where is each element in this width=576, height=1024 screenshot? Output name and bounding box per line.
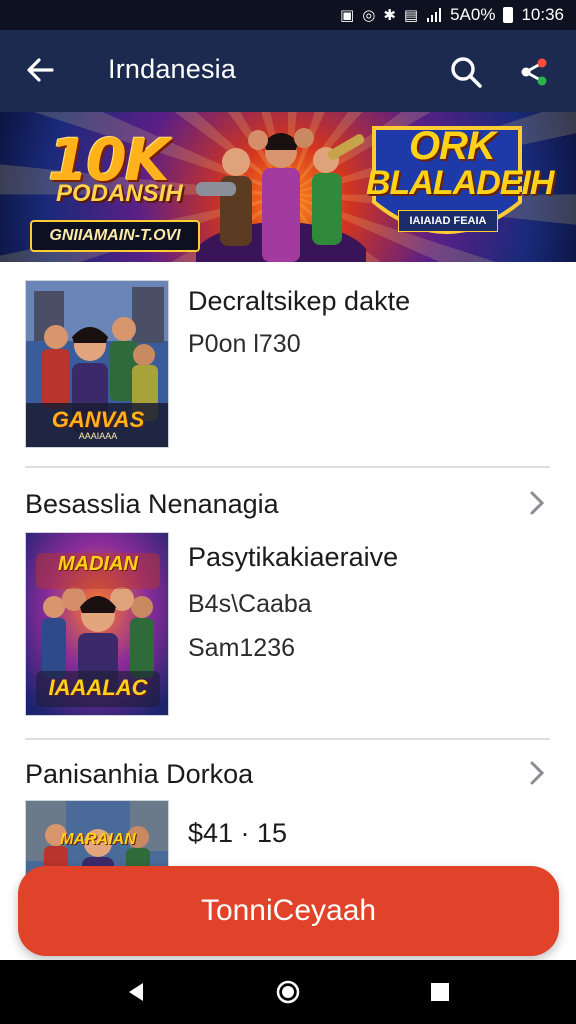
nav-recents-button[interactable]	[424, 976, 456, 1008]
search-icon	[451, 57, 482, 88]
item-price: Sam1236	[188, 634, 296, 662]
notification-icon: ◎	[362, 7, 376, 24]
share-icon	[521, 58, 547, 86]
banner-characters-art	[196, 128, 366, 262]
thumb-label-top: MADIAN	[58, 553, 138, 575]
nav-back-button[interactable]	[120, 976, 152, 1008]
item-price: P0on l730	[188, 330, 301, 358]
back-button[interactable]	[22, 52, 58, 88]
page-title: Irndanesia	[108, 54, 237, 84]
item-title: Pasytikakiaeraive	[188, 542, 399, 572]
item-price: $41 · 15	[188, 818, 288, 848]
app-bar: Irndanesia	[0, 30, 576, 112]
battery-icon	[503, 7, 514, 23]
bluetooth-icon: ✱	[383, 7, 396, 24]
section-title: Panisanhia Dorkoa	[25, 759, 254, 789]
section-title: Besasslia Nenanagia	[25, 489, 279, 519]
banner-right-subtitle: BLALADEIH	[366, 164, 554, 202]
thumb-label-top: MARAIAN	[60, 831, 136, 848]
divider	[25, 466, 550, 468]
signal-icon	[426, 7, 442, 23]
divider	[25, 738, 550, 740]
recents-square-icon	[431, 983, 449, 1001]
nav-home-button[interactable]	[272, 976, 304, 1008]
vibrate-icon: ▤	[403, 7, 419, 24]
section-more-button[interactable]	[522, 488, 552, 518]
banner-right-title: ORK	[409, 124, 496, 168]
chevron-right-icon	[530, 761, 545, 785]
item-title: Decraltsikep dakte	[188, 286, 411, 316]
game-thumbnail[interactable]: GANVAS AAAIAAA	[25, 280, 169, 448]
status-bar: ▣ ◎ ✱ ▤ 5A0% 10:36	[0, 0, 576, 30]
chevron-right-icon	[530, 491, 545, 515]
promo-banner[interactable]: 10K PODANSIH GNIIAMAIN-T.OVI ORK BLALADE…	[0, 112, 576, 262]
network-text: 5A0%	[450, 5, 496, 24]
search-button[interactable]	[446, 52, 486, 92]
thumb-sublabel: AAAIAAA	[78, 431, 118, 441]
banner-left-subtitle: PODANSIH	[56, 180, 183, 207]
game-thumbnail[interactable]: MADIAN IAAALAC	[25, 532, 169, 716]
thumb-label-bottom: IAAALAC	[48, 675, 148, 700]
share-button[interactable]	[514, 52, 554, 92]
primary-action-button[interactable]: TonniCeyaah	[18, 866, 559, 956]
item-subtitle: B4s\Caaba	[188, 590, 312, 618]
sim-icon: ▣	[340, 7, 355, 24]
banner-left-tag: GNIIAMAIN-T.OVI	[30, 220, 200, 252]
section-more-button[interactable]	[522, 758, 552, 788]
back-triangle-icon	[129, 983, 143, 1001]
content-list[interactable]: GANVAS AAAIAAA Decraltsikep dakte P0on l…	[0, 262, 576, 962]
clock: 10:36	[521, 5, 564, 24]
screen: ▣ ◎ ✱ ▤ 5A0% 10:36 Irndanesia 10K PODANS…	[0, 0, 576, 1024]
banner-right-tag: IAIAIAD FEAIA	[398, 210, 498, 232]
home-circle-icon	[276, 980, 300, 1004]
back-arrow-icon	[27, 58, 54, 82]
thumb-label: GANVAS	[51, 407, 145, 432]
system-nav-bar	[0, 960, 576, 1024]
